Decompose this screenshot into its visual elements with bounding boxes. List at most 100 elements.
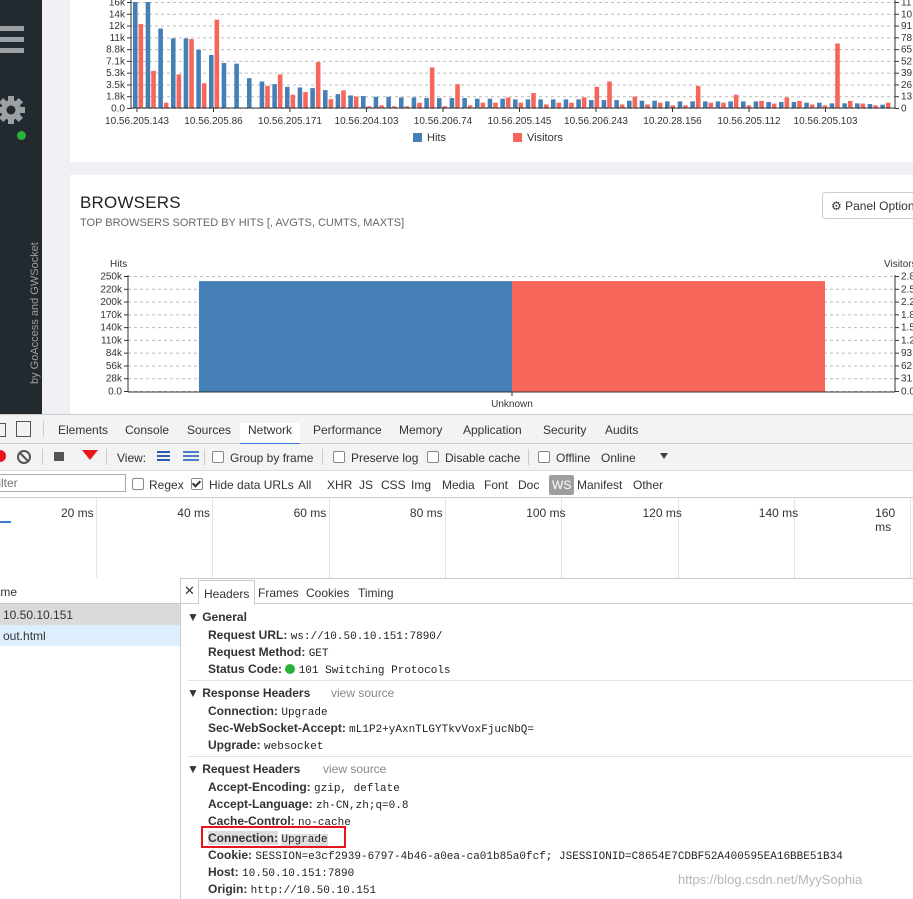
visitors-bar[interactable] [265, 85, 270, 108]
hits-bar[interactable] [627, 100, 632, 108]
visitors-bar[interactable] [809, 104, 815, 108]
visitors-bar[interactable] [847, 100, 853, 108]
filter-type-all[interactable]: All [298, 478, 311, 492]
capture-screenshots-icon[interactable] [54, 452, 64, 461]
visitors-bar[interactable] [733, 94, 739, 108]
hits-bar[interactable] [475, 98, 480, 108]
hits-bar[interactable] [779, 102, 784, 108]
visitors-bar[interactable] [645, 104, 650, 108]
hits-bar[interactable] [589, 100, 594, 108]
hits-bar[interactable] [842, 103, 847, 108]
hits-bar[interactable] [614, 100, 619, 108]
devtools-tab[interactable]: Performance [313, 423, 382, 437]
devtools-tab[interactable]: Sources [187, 423, 231, 437]
visitors-bar[interactable] [151, 70, 156, 108]
filter-type-ws[interactable]: WS [549, 475, 575, 495]
tab-timing[interactable]: Timing [358, 586, 394, 600]
visitors-bar[interactable] [657, 102, 663, 108]
visitors-bar[interactable] [594, 86, 600, 108]
hits-bar[interactable] [297, 87, 303, 108]
visitors-bar[interactable] [556, 102, 562, 108]
hits-bar[interactable] [449, 98, 455, 108]
hits-bar[interactable] [462, 98, 467, 108]
group-by-frame-checkbox[interactable] [212, 451, 224, 463]
devtools-tab[interactable]: Security [543, 423, 586, 437]
hide-data-urls-checkbox[interactable] [191, 478, 203, 490]
hits-bar[interactable] [234, 63, 239, 108]
hits-bar[interactable] [199, 281, 512, 392]
hits-bar[interactable] [209, 55, 214, 108]
regex-checkbox[interactable] [132, 478, 144, 490]
large-rows-icon[interactable] [157, 451, 170, 462]
hits-bar[interactable] [715, 101, 721, 108]
tab-frames[interactable]: Frames [258, 586, 299, 600]
visitors-bar[interactable] [189, 39, 194, 108]
devtools-tab[interactable]: Console [125, 423, 169, 437]
visitors-bar[interactable] [581, 97, 587, 108]
hits-bar[interactable] [310, 88, 315, 108]
visitors-bar[interactable] [695, 85, 701, 108]
hits-bar[interactable] [576, 99, 581, 108]
general-section-toggle[interactable]: ▼ General [187, 610, 247, 624]
devtools-tab[interactable]: Application [463, 423, 522, 437]
record-icon[interactable] [0, 450, 6, 462]
hits-bar[interactable] [411, 97, 417, 108]
menu-icon[interactable] [0, 26, 26, 56]
gear-icon[interactable] [0, 94, 26, 126]
visitors-bar[interactable] [303, 92, 308, 108]
visitors-bar[interactable] [505, 97, 511, 108]
visitors-bar[interactable] [455, 84, 460, 108]
hits-bar[interactable] [867, 104, 873, 108]
hits-bar[interactable] [829, 103, 835, 108]
hits-bar[interactable] [817, 102, 822, 108]
response-view-source-link[interactable]: view source [331, 686, 394, 700]
hits-bar[interactable] [335, 94, 341, 108]
hits-bar[interactable] [728, 101, 733, 108]
hits-bar[interactable] [513, 99, 518, 108]
request-view-source-link[interactable]: view source [323, 762, 386, 776]
hits-bar[interactable] [753, 101, 759, 108]
hits-bar[interactable] [133, 2, 138, 108]
filter-type-manifest[interactable]: Manifest [577, 478, 622, 492]
visitors-bar[interactable] [429, 67, 435, 108]
visitors-bar[interactable] [721, 102, 726, 108]
visitors-bar[interactable] [632, 96, 638, 108]
hits-bar[interactable] [703, 101, 708, 108]
hits-bar[interactable] [272, 84, 277, 108]
hits-bar[interactable] [221, 62, 227, 108]
visitors-bar[interactable] [417, 102, 422, 108]
visitors-bar[interactable] [708, 102, 714, 108]
hits-bar[interactable] [690, 101, 695, 108]
visitors-bar[interactable] [759, 100, 764, 108]
visitors-bar[interactable] [619, 104, 625, 108]
visitors-bar[interactable] [797, 100, 802, 108]
device-toggle-icon[interactable] [16, 421, 31, 437]
hits-bar[interactable] [500, 98, 505, 108]
hits-bar[interactable] [171, 38, 176, 108]
hits-bar[interactable] [158, 28, 163, 109]
hits-bar[interactable] [259, 81, 265, 109]
tab-headers[interactable]: Headers [198, 580, 255, 605]
filter-input[interactable] [0, 474, 126, 492]
request-row-selected[interactable]: 10.50.10.151 [0, 604, 180, 625]
disable-cache-checkbox[interactable] [427, 451, 439, 463]
hits-bar[interactable] [386, 96, 391, 108]
visitors-bar[interactable] [607, 81, 612, 109]
visitors-bar[interactable] [480, 102, 486, 108]
filter-icon[interactable] [82, 450, 98, 460]
hits-bar[interactable] [196, 49, 201, 108]
visitors-bar[interactable] [341, 90, 346, 108]
visitors-bar[interactable] [163, 102, 169, 108]
clear-icon[interactable] [17, 450, 31, 464]
hits-bar[interactable] [373, 96, 379, 108]
visitors-bar[interactable] [214, 19, 220, 109]
chevron-down-icon[interactable] [660, 453, 668, 459]
hits-bar[interactable] [145, 2, 151, 108]
preserve-log-checkbox[interactable] [333, 451, 345, 463]
hits-bar[interactable] [323, 90, 328, 108]
filter-type-font[interactable]: Font [484, 478, 508, 492]
visitors-bar[interactable] [277, 74, 283, 108]
hits-bar[interactable] [525, 99, 531, 108]
visitors-bar[interactable] [771, 103, 777, 108]
devtools-tab[interactable]: Memory [399, 423, 442, 437]
